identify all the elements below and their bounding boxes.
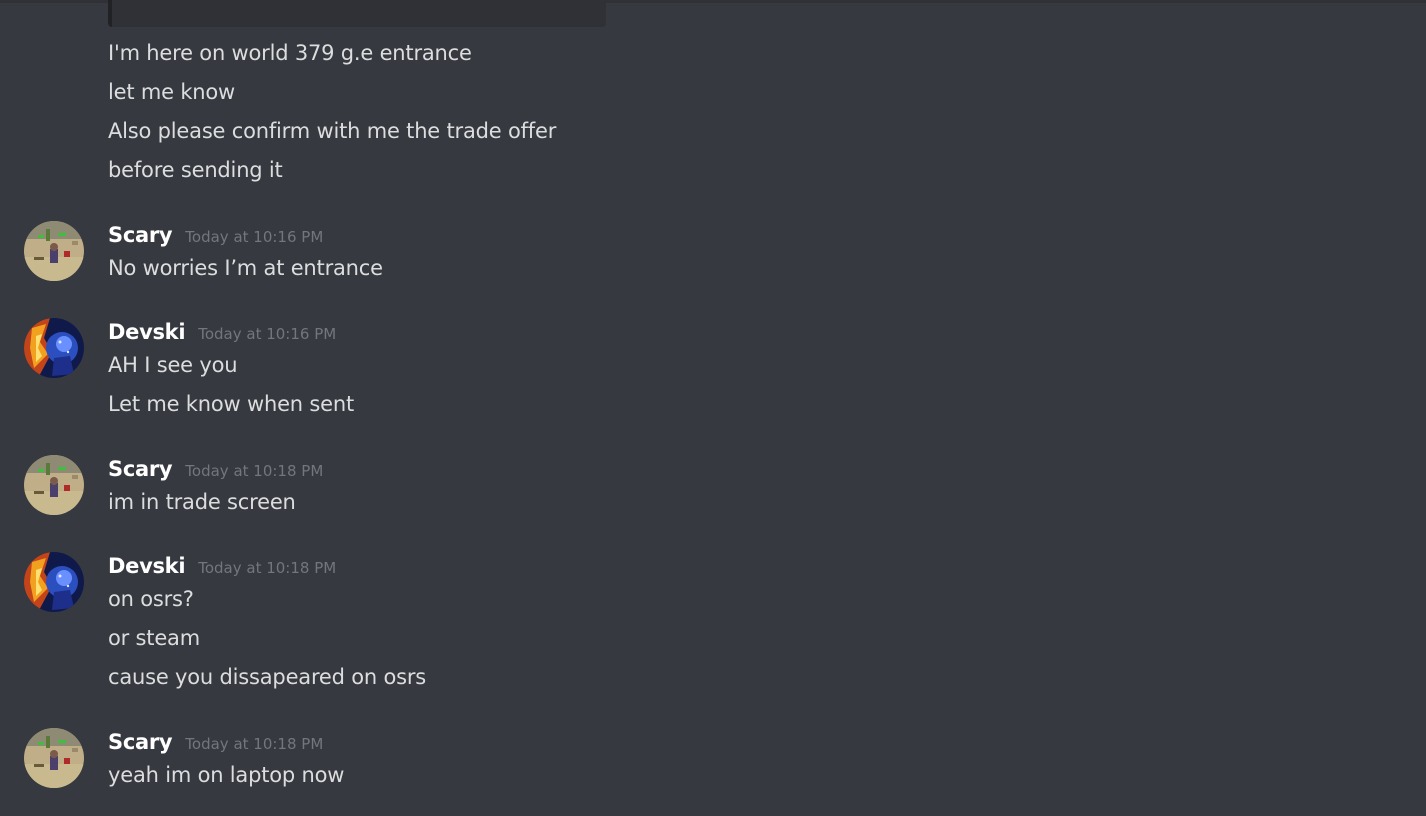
message-line: Let me know when sent bbox=[108, 392, 354, 416]
message-header: Scary Today at 10:18 PM bbox=[108, 729, 323, 755]
message-line: im in trade screen bbox=[108, 490, 296, 514]
message-line: Also please confirm with me the trade of… bbox=[108, 119, 557, 143]
username[interactable]: Devski bbox=[108, 553, 186, 579]
scary-avatar[interactable] bbox=[24, 221, 84, 281]
username[interactable]: Scary bbox=[108, 729, 173, 755]
scary-avatar-icon bbox=[24, 455, 84, 515]
message-line: or steam bbox=[108, 626, 200, 650]
username[interactable]: Devski bbox=[108, 319, 186, 345]
timestamp: Today at 10:18 PM bbox=[198, 559, 337, 577]
message-line: cause you dissapeared on osrs bbox=[108, 665, 427, 689]
scary-avatar-icon bbox=[24, 728, 84, 788]
chat-message-list: I'm here on world 379 g.e entrance let m… bbox=[0, 0, 1426, 816]
scary-avatar[interactable] bbox=[24, 455, 84, 515]
devski-avatar[interactable] bbox=[24, 318, 84, 378]
timestamp: Today at 10:18 PM bbox=[185, 735, 324, 753]
scary-avatar[interactable] bbox=[24, 728, 84, 788]
devski-avatar-icon bbox=[24, 318, 84, 378]
message-line: yeah im on laptop now bbox=[108, 763, 345, 787]
timestamp: Today at 10:16 PM bbox=[198, 325, 337, 343]
devski-avatar[interactable] bbox=[24, 552, 84, 612]
message-header: Scary Today at 10:16 PM bbox=[108, 222, 323, 248]
message-line: before sending it bbox=[108, 158, 283, 182]
message-line: I'm here on world 379 g.e entrance bbox=[108, 41, 472, 65]
username[interactable]: Scary bbox=[108, 456, 173, 482]
devski-avatar-icon bbox=[24, 552, 84, 612]
timestamp: Today at 10:18 PM bbox=[185, 462, 324, 480]
timestamp: Today at 10:16 PM bbox=[185, 228, 324, 246]
message-line: No worries I’m at entrance bbox=[108, 256, 383, 280]
message-line: AH I see you bbox=[108, 353, 238, 377]
message-header: Scary Today at 10:18 PM bbox=[108, 456, 323, 482]
embed-preview bbox=[108, 0, 606, 27]
scary-avatar-icon bbox=[24, 221, 84, 281]
message-header: Devski Today at 10:18 PM bbox=[108, 553, 336, 579]
username[interactable]: Scary bbox=[108, 222, 173, 248]
message-header: Devski Today at 10:16 PM bbox=[108, 319, 336, 345]
message-line: let me know bbox=[108, 80, 236, 104]
message-line: on osrs? bbox=[108, 587, 194, 611]
